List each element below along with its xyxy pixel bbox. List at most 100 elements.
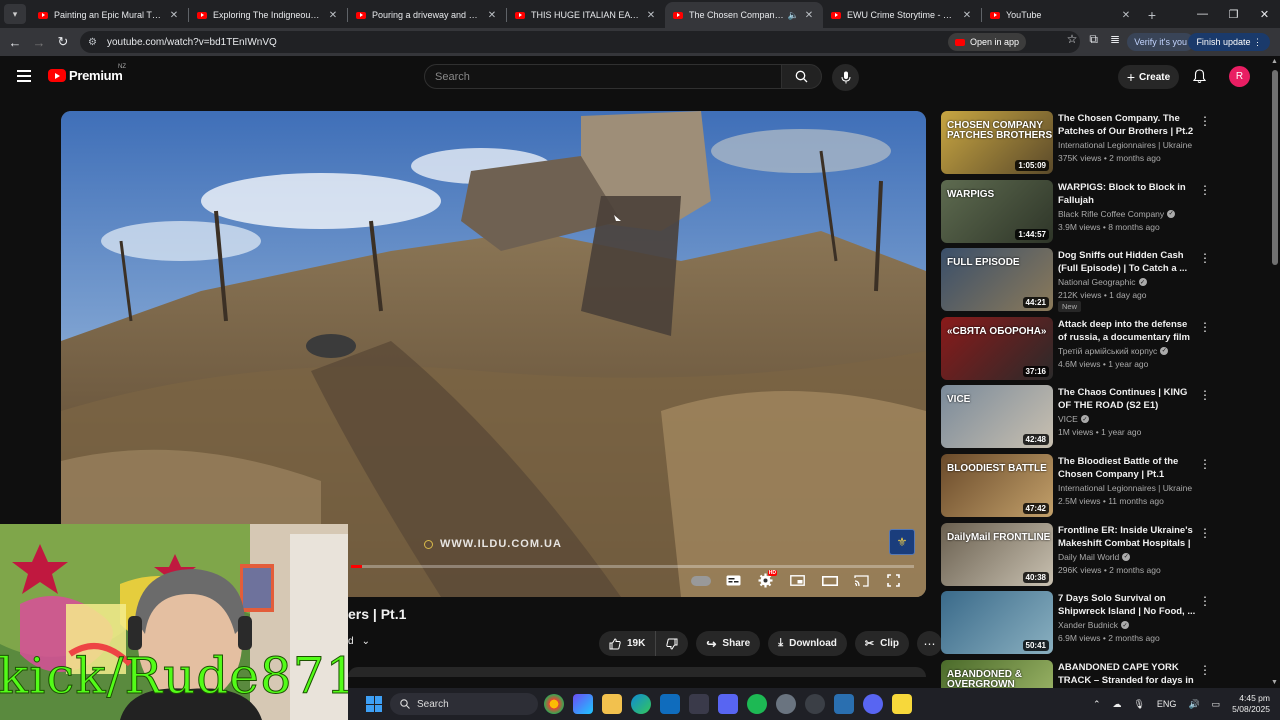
- open-in-app-button[interactable]: Open in app: [947, 33, 1026, 51]
- tab-search-button[interactable]: ▾: [4, 4, 26, 24]
- recommended-channel[interactable]: National Geographic ✓: [1058, 277, 1147, 287]
- theater-mode-button[interactable]: [820, 571, 839, 590]
- store-icon[interactable]: [689, 694, 709, 714]
- sticky-notes-icon[interactable]: [892, 694, 912, 714]
- subtitles-button[interactable]: [724, 571, 743, 590]
- close-tab-icon[interactable]: ✕: [1120, 10, 1132, 21]
- more-vertical-icon[interactable]: ⋮: [1199, 320, 1211, 334]
- video-thumbnail[interactable]: CHOSEN COMPANY PATCHES BROTHERS 1:05:09: [941, 111, 1053, 174]
- search-input[interactable]: Search: [424, 64, 782, 89]
- steam-client-icon[interactable]: [834, 694, 854, 714]
- video-thumbnail[interactable]: VICE 42:48: [941, 385, 1053, 449]
- recommended-video[interactable]: CHOSEN COMPANY PATCHES BROTHERS 1:05:09 Th…: [941, 111, 1216, 175]
- download-button[interactable]: ⤓ Download: [768, 631, 847, 656]
- spotify-icon[interactable]: [747, 694, 767, 714]
- back-button[interactable]: ←: [3, 35, 27, 50]
- recommended-video[interactable]: FULL EPISODE 44:21 Dog Sniffs out Hidden C…: [941, 248, 1216, 313]
- verify-profile-button[interactable]: Verify it's you: [1127, 33, 1194, 51]
- recommended-title[interactable]: WARPIGS: Block to Block in Fallujah: [1058, 181, 1198, 207]
- start-button[interactable]: [366, 696, 382, 712]
- more-vertical-icon[interactable]: ⋮: [1199, 526, 1211, 540]
- browser-tab[interactable]: Exploring The Indigneous Tribal ✕: [189, 2, 347, 28]
- create-button[interactable]: + Create: [1118, 65, 1179, 89]
- extensions-icon[interactable]: ⧉: [1089, 32, 1098, 47]
- speaker-icon[interactable]: 🔈: [788, 10, 799, 21]
- discord-icon[interactable]: [863, 694, 883, 714]
- file-explorer-icon[interactable]: [602, 694, 622, 714]
- browser-tab[interactable]: The Chosen Company. The 🔈 ✕: [665, 2, 823, 28]
- finish-update-button[interactable]: Finish update ⋮: [1188, 33, 1270, 51]
- close-tab-icon[interactable]: ✕: [803, 10, 815, 21]
- more-vertical-icon[interactable]: ⋮: [1199, 663, 1211, 677]
- voice-search-button[interactable]: [832, 64, 859, 91]
- recommended-video[interactable]: DailyMail FRONTLINE 40:38 Frontline ER: In…: [941, 522, 1216, 587]
- outlook-icon[interactable]: [660, 694, 680, 714]
- chrome-icon[interactable]: [544, 694, 564, 714]
- recommended-channel[interactable]: Третій армійський корпус ✓: [1058, 346, 1169, 356]
- new-tab-button[interactable]: +: [1140, 2, 1164, 28]
- notifications-bell-icon[interactable]: [1192, 69, 1207, 89]
- scroll-up-icon[interactable]: ▲: [1271, 58, 1278, 65]
- restore-button[interactable]: ❐: [1218, 0, 1249, 28]
- close-tab-icon[interactable]: ✕: [645, 10, 657, 21]
- recommended-title[interactable]: The Bloodiest Battle of the Chosen Compa…: [1058, 455, 1198, 481]
- dislike-button[interactable]: [656, 631, 688, 656]
- close-tab-icon[interactable]: ✕: [327, 10, 339, 21]
- share-button[interactable]: ↪ Share: [696, 631, 761, 656]
- cloud-icon[interactable]: ☁: [1112, 699, 1121, 710]
- like-button[interactable]: 19K: [599, 631, 657, 656]
- settings-button[interactable]: HD: [756, 570, 777, 590]
- language-indicator[interactable]: ENG: [1157, 699, 1177, 709]
- site-info-icon[interactable]: ⚙: [88, 37, 97, 48]
- miniplayer-button[interactable]: [788, 571, 807, 590]
- taskbar-search[interactable]: Search: [390, 693, 538, 715]
- recommended-channel[interactable]: International Legionnaires | Ukraine: [1058, 140, 1192, 150]
- search-button[interactable]: [781, 64, 822, 89]
- recommended-channel[interactable]: Xander Budnick ✓: [1058, 620, 1130, 630]
- address-bar[interactable]: ⚙ youtube.com/watch?v=bd1TEnIWnVQ: [80, 31, 1080, 53]
- video-thumbnail[interactable]: 50:41: [941, 591, 1053, 655]
- recommended-title[interactable]: Attack deep into the defense of russia, …: [1058, 318, 1198, 344]
- more-vertical-icon[interactable]: ⋮: [1199, 183, 1211, 197]
- recommended-channel[interactable]: Black Rifle Coffee Company ✓: [1058, 209, 1176, 219]
- recommended-title[interactable]: 7 Days Solo Survival on Shipwreck Island…: [1058, 592, 1198, 618]
- steam-icon[interactable]: [805, 694, 825, 714]
- page-scrollbar[interactable]: ▲ ▼: [1270, 56, 1280, 688]
- more-vertical-icon[interactable]: ⋮: [1199, 388, 1211, 402]
- clock[interactable]: 4:45 pm 5/08/2025: [1232, 693, 1270, 715]
- scroll-down-icon[interactable]: ▼: [1271, 679, 1278, 686]
- recommended-title[interactable]: ABANDONED CAPE YORK TRACK – Stranded for…: [1058, 661, 1198, 687]
- edge-icon[interactable]: [631, 694, 651, 714]
- microphone-icon[interactable]: 🎙: [1133, 699, 1144, 710]
- close-tab-icon[interactable]: ✕: [168, 10, 180, 21]
- recommended-channel[interactable]: VICE ✓: [1058, 414, 1089, 424]
- youtube-premium-logo[interactable]: Premium NZ: [48, 64, 126, 83]
- recommended-title[interactable]: Frontline ER: Inside Ukraine's Makeshift…: [1058, 524, 1198, 550]
- recommended-channel[interactable]: Daily Mail World ✓: [1058, 552, 1131, 562]
- video-thumbnail[interactable]: DailyMail FRONTLINE 40:38: [941, 522, 1053, 586]
- volume-icon[interactable]: 🔊: [1188, 699, 1199, 710]
- media-controls-icon[interactable]: ≣: [1110, 32, 1120, 47]
- recommended-video[interactable]: VICE 42:48 The Chaos Continues | KING OF T…: [941, 385, 1216, 449]
- browser-tab[interactable]: Pouring a driveway and WHAT ✕: [348, 2, 506, 28]
- browser-tab[interactable]: Painting an Epic Mural That Wi ✕: [30, 2, 188, 28]
- video-thumbnail[interactable]: FULL EPISODE 44:21: [941, 248, 1053, 312]
- recommended-title[interactable]: Dog Sniffs out Hidden Cash (Full Episode…: [1058, 249, 1198, 275]
- more-vertical-icon[interactable]: ⋮: [1199, 594, 1211, 608]
- close-tab-icon[interactable]: ✕: [486, 10, 498, 21]
- chevron-up-icon[interactable]: ⌃: [1093, 699, 1101, 710]
- browser-tab[interactable]: THIS HUGE ITALIAN EATING CH ✕: [507, 2, 665, 28]
- recommended-title[interactable]: The Chosen Company. The Patches of Our B…: [1058, 112, 1198, 138]
- app-icon[interactable]: [718, 694, 738, 714]
- recommended-channel[interactable]: International Legionnaires | Ukraine: [1058, 483, 1192, 493]
- account-avatar[interactable]: R: [1229, 66, 1250, 87]
- more-actions-button[interactable]: ⋯: [916, 631, 942, 656]
- progress-bar[interactable]: [351, 565, 914, 568]
- close-window-button[interactable]: ✕: [1249, 0, 1280, 28]
- close-tab-icon[interactable]: ✕: [961, 10, 973, 21]
- recommended-video[interactable]: BLOODIEST BATTLE 47:42 The Bloodiest Battl…: [941, 454, 1216, 518]
- more-vertical-icon[interactable]: ⋮: [1199, 114, 1211, 128]
- display-icon[interactable]: ▭: [1212, 699, 1221, 710]
- recommended-video[interactable]: WARPIGS 1:44:57 WARPIGS: Block to Block in…: [941, 179, 1216, 244]
- settings-icon[interactable]: [776, 694, 796, 714]
